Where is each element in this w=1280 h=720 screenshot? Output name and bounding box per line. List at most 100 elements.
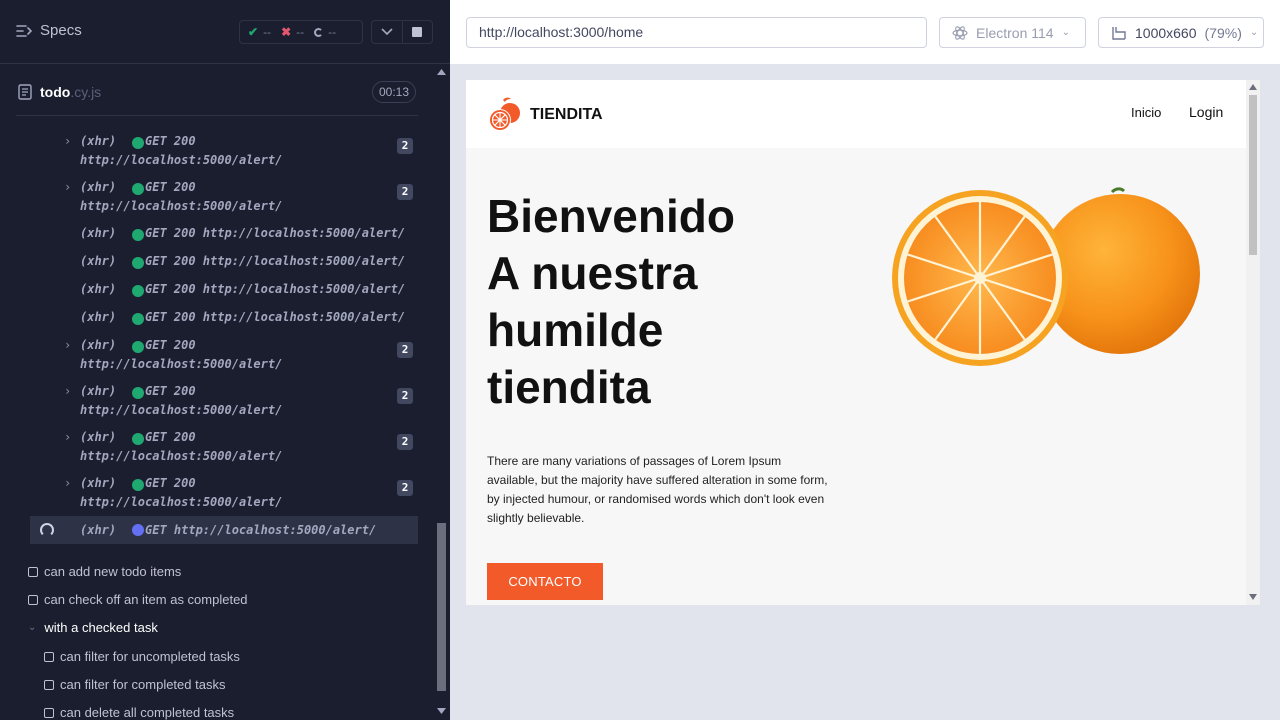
test-item[interactable]: can check off an item as completed (28, 592, 248, 607)
x-icon: ✖ (281, 25, 292, 39)
viewport-zoom: (79%) (1204, 24, 1242, 41)
specs-label: Specs (40, 22, 82, 39)
status-dot (132, 479, 144, 491)
log-method: GET 200 http://localhost:5000/alert/ (145, 226, 406, 240)
log-type: (xhr) (80, 282, 117, 296)
test-status-icon (28, 566, 38, 577)
status-dot (132, 183, 144, 195)
aut-scrollbar-thumb[interactable] (1249, 95, 1257, 255)
test-label: can filter for uncompleted tasks (60, 649, 240, 664)
run-controls (371, 20, 433, 44)
collapse-button[interactable] (372, 21, 402, 43)
log-type: (xhr) (80, 476, 117, 490)
log-url: http://localhost:5000/alert/ (80, 449, 283, 463)
test-label: can filter for completed tasks (60, 677, 226, 692)
viewport-selector[interactable]: 1000x660 (79%) ⌄ (1098, 17, 1264, 48)
oranges-image (892, 187, 1200, 366)
hero-line: A nuestra (487, 247, 698, 299)
specs-toggle-button[interactable]: Specs (16, 22, 82, 39)
log-method: GET 200 http://localhost:5000/alert/ (145, 254, 406, 268)
log-count-badge: 2 (397, 480, 413, 496)
hero-paragraph: There are many variations of passages of… (487, 454, 828, 525)
test-item[interactable]: can add new todo items (28, 564, 181, 579)
test-item[interactable]: can filter for completed tasks (44, 677, 225, 692)
command-log: › (xhr) GET 200 http://localhost:5000/al… (16, 118, 418, 546)
test-status-icon (44, 707, 54, 718)
log-url: http://localhost:5000/alert/ (80, 357, 283, 371)
test-item[interactable]: can delete all completed tasks (44, 705, 234, 720)
log-row[interactable]: › (xhr) GET 200 http://localhost:5000/al… (16, 476, 418, 516)
spec-ext-text: .cy.js (70, 84, 102, 100)
nav-link-login[interactable]: Login (1189, 104, 1223, 120)
log-count-badge: 2 (397, 434, 413, 450)
failed-stat: ✖ -- (281, 25, 304, 39)
status-dot (132, 257, 144, 269)
chevron-right-icon: › (64, 180, 72, 194)
log-row[interactable]: (xhr) GET 200 http://localhost:5000/aler… (16, 226, 418, 246)
spec-file-name: todo.cy.js (40, 84, 101, 100)
runner-header: Specs ✔ -- ✖ -- -- (0, 0, 450, 64)
log-row[interactable]: (xhr) GET 200 http://localhost:5000/aler… (16, 254, 418, 274)
nav-link-inicio[interactable]: Inicio (1131, 105, 1161, 120)
log-row[interactable]: (xhr) GET 200 http://localhost:5000/aler… (16, 282, 418, 302)
scroll-up-arrow-icon[interactable] (437, 68, 446, 76)
log-url: http://localhost:5000/alert/ (80, 199, 283, 213)
hero-title: Bienvenido A nuestra humilde tiendita (487, 188, 817, 416)
chevron-down-icon: ⌄ (1249, 27, 1259, 38)
log-scrollbar-thumb[interactable] (437, 523, 446, 691)
failed-count: -- (296, 25, 305, 39)
chevron-right-icon: › (64, 134, 72, 148)
chevron-down-icon: ⌄ (28, 622, 37, 633)
suite-item[interactable]: ⌄ with a checked task (28, 620, 158, 635)
log-row[interactable]: › (xhr) GET 200 http://localhost:5000/al… (16, 134, 418, 174)
spec-duration: 00:13 (371, 81, 416, 103)
command-log-panel: Specs ✔ -- ✖ -- -- todo.cy.js 00:13 › (x… (0, 0, 450, 720)
contact-button[interactable]: CONTACTO (487, 563, 603, 600)
log-row[interactable]: › (xhr) GET 200 http://localhost:5000/al… (16, 338, 418, 378)
log-method: GET 200 (145, 476, 196, 490)
log-method: GET 200 (145, 134, 196, 148)
log-type: (xhr) (80, 384, 117, 398)
chevron-right-icon: › (64, 338, 72, 352)
chevron-down-icon: ⌄ (1061, 27, 1070, 38)
log-row[interactable]: › (xhr) GET 200 http://localhost:5000/al… (16, 384, 418, 424)
scroll-up-arrow-icon[interactable] (1249, 84, 1257, 90)
hero-line: Bienvenido (487, 190, 735, 242)
log-url: http://localhost:5000/alert/ (80, 153, 283, 167)
log-method: GET 200 http://localhost:5000/alert/ (145, 282, 406, 296)
loading-spinner-icon (40, 523, 54, 537)
scroll-down-arrow-icon[interactable] (437, 707, 446, 715)
scroll-down-arrow-icon[interactable] (1249, 594, 1257, 600)
document-icon (18, 84, 32, 100)
aut-url-field[interactable]: http://localhost:3000/home (466, 17, 927, 48)
site-logo[interactable]: TIENDITA (486, 96, 603, 134)
status-dot (132, 341, 144, 353)
log-row[interactable]: › (xhr) GET 200 http://localhost:5000/al… (16, 180, 418, 220)
pending-icon (314, 27, 324, 37)
status-dot (132, 387, 144, 399)
log-row[interactable]: › (xhr) GET 200 http://localhost:5000/al… (16, 430, 418, 470)
log-type: (xhr) (80, 523, 117, 537)
stop-button[interactable] (401, 21, 433, 43)
log-row[interactable]: (xhr) GET 200 http://localhost:5000/aler… (16, 310, 418, 330)
status-dot (132, 137, 144, 149)
aut-iframe: TIENDITA Inicio Login Bienvenido A nuest… (466, 80, 1260, 605)
chevron-right-icon: › (64, 430, 72, 444)
log-url: http://localhost:5000/alert/ (80, 495, 283, 509)
browser-label: Electron 114 (976, 24, 1054, 41)
test-stats: ✔ -- ✖ -- -- (239, 20, 363, 44)
hero-line: humilde (487, 304, 664, 356)
browser-selector[interactable]: Electron 114 ⌄ (939, 17, 1086, 48)
status-dot (132, 524, 144, 536)
spec-header: todo.cy.js 00:13 (16, 76, 418, 116)
log-url: http://localhost:5000/alert/ (80, 403, 283, 417)
log-method: GET 200 (145, 338, 196, 352)
spec-name-text: todo (40, 84, 71, 100)
hero-line: tiendita (487, 361, 651, 413)
aut-header: http://localhost:3000/home Electron 114 … (450, 0, 1280, 64)
log-row-pending[interactable]: (xhr) GET http://localhost:5000/alert/ (30, 516, 418, 544)
stop-icon (412, 27, 423, 37)
test-label: can add new todo items (44, 564, 182, 579)
test-item[interactable]: can filter for uncompleted tasks (44, 649, 240, 664)
pending-count: -- (328, 25, 337, 39)
